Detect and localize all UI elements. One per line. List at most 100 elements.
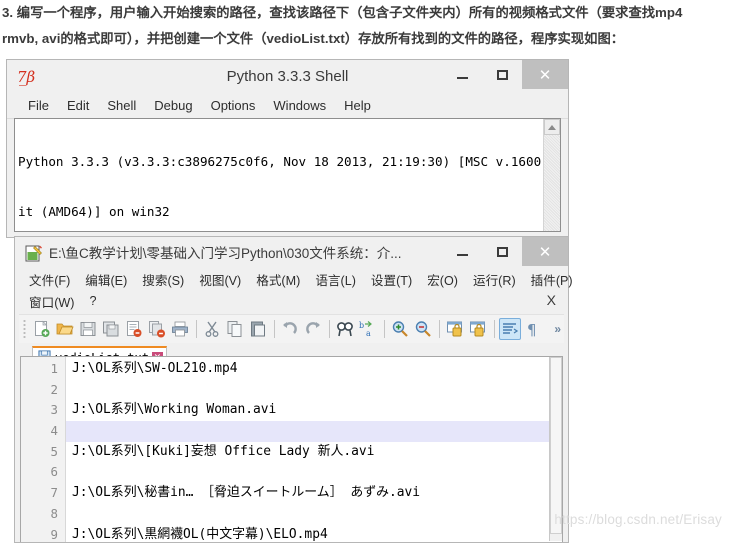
code-line-highlighted [66, 421, 562, 442]
toolbar-separator [384, 320, 385, 338]
menu-item-windows[interactable]: Windows [264, 98, 335, 113]
python-shell-window[interactable]: 7̲β Python 3.3.3 Shell ✕ File Edit Shell… [6, 59, 569, 238]
open-file-icon[interactable] [54, 318, 76, 340]
save-icon[interactable] [77, 318, 99, 340]
close-icon: ✕ [538, 66, 552, 84]
svg-text:b: b [359, 321, 364, 330]
shell-output-line-1: Python 3.3.3 (v3.3.3:c3896275c0f6, Nov 1… [18, 154, 561, 170]
editor-maximize-button[interactable] [482, 237, 522, 266]
menu-item-plugins[interactable]: 插件(P) [531, 270, 588, 289]
editor-minimize-button[interactable] [442, 237, 482, 266]
toolbar-separator [196, 320, 197, 338]
zoom-in-icon[interactable] [389, 318, 411, 340]
shell-output-line-2: it (AMD64)] on win32 [18, 203, 170, 219]
python-shell-output-area[interactable]: Python 3.3.3 (v3.3.3:c3896275c0f6, Nov 1… [14, 118, 561, 232]
find-icon[interactable] [334, 318, 356, 340]
toolbar-separator [274, 320, 275, 338]
new-file-icon[interactable] [31, 318, 53, 340]
code-content[interactable]: J:\OL系列\SW-OL210.mp4 J:\OL系列\Working Wom… [66, 357, 562, 542]
question-line-1: 3. 编写一个程序，用户输入开始搜索的路径，查找该路径下（包含子文件夹内）所有的… [2, 5, 683, 20]
menu-item-shell[interactable]: Shell [98, 98, 145, 113]
cut-icon[interactable] [201, 318, 223, 340]
menu-item-options[interactable]: Options [202, 98, 265, 113]
minimize-icon [456, 254, 468, 256]
editor-window-buttons[interactable]: ✕ [442, 237, 568, 266]
menu-item-edit[interactable]: 编辑(E) [85, 270, 142, 289]
python-shell-vertical-scrollbar[interactable] [543, 119, 560, 231]
triangle-up-icon [548, 124, 556, 130]
editor-window[interactable]: E:\鱼C教学计划\零基础入门学习Python\030文件系统：介... ✕ 文… [14, 236, 573, 543]
code-line: J:\OL系列\SW-OL210.mp4 [72, 361, 238, 376]
menu-item-language[interactable]: 语言(L) [315, 270, 371, 289]
line-number: 4 [50, 423, 58, 439]
line-number: 1 [50, 361, 58, 376]
toolbar-separator [494, 320, 495, 338]
svg-text:a: a [366, 329, 371, 338]
show-all-characters-icon[interactable]: ¶ [522, 318, 544, 340]
line-number-gutter: 1 2 3 4 5 6 7 8 9 10 [21, 357, 66, 542]
toolbar-overflow-button[interactable]: » [554, 322, 561, 336]
sync-vertical-scroll-icon[interactable] [444, 318, 466, 340]
toolbar-separator [329, 320, 330, 338]
close-icon: ✕ [538, 243, 552, 261]
paste-icon[interactable] [247, 318, 269, 340]
line-number: 2 [50, 381, 58, 397]
editor-text-area[interactable]: 1 2 3 4 5 6 7 8 9 10 J:\OL系列\SW-OL210.mp… [20, 356, 563, 542]
copy-icon[interactable] [224, 318, 246, 340]
menu-item-format[interactable]: 格式(M) [256, 270, 315, 289]
menu-item-window[interactable]: 窗口(W) [29, 292, 89, 311]
python-shell-titlebar[interactable]: 7̲β Python 3.3.3 Shell ✕ [7, 60, 568, 93]
close-file-icon[interactable] [123, 318, 145, 340]
scrollbar-thumb[interactable] [550, 357, 562, 534]
minimize-button[interactable] [442, 60, 482, 89]
save-all-icon[interactable] [100, 318, 122, 340]
python-shell-menubar[interactable]: File Edit Shell Debug Options Windows He… [7, 93, 568, 119]
editor-close-button[interactable]: ✕ [522, 237, 568, 266]
menu-item-edit[interactable]: Edit [58, 98, 98, 113]
maximize-button[interactable] [482, 60, 522, 89]
minimize-icon [456, 77, 468, 79]
close-all-icon[interactable] [146, 318, 168, 340]
editor-menubar[interactable]: 文件(F) 编辑(E) 搜索(S) 视图(V) 格式(M) 语言(L) 设置(T… [15, 268, 573, 312]
menu-item-macro[interactable]: 宏(O) [427, 270, 473, 289]
redo-icon[interactable] [302, 318, 324, 340]
toolbar-separator [439, 320, 440, 338]
python-shell-window-buttons[interactable]: ✕ [442, 60, 568, 89]
editor-menu-row-2[interactable]: 窗口(W) ? [29, 290, 568, 312]
python-shell-output-text: Python 3.3.3 (v3.3.3:c3896275c0f6, Nov 1… [15, 119, 561, 231]
menu-item-file[interactable]: File [19, 98, 58, 113]
menu-item-search[interactable]: 搜索(S) [142, 270, 199, 289]
line-number: 9 [50, 526, 58, 542]
replace-icon[interactable]: ba [357, 318, 379, 340]
svg-text:¶: ¶ [527, 321, 537, 338]
menu-item-file[interactable]: 文件(F) [29, 270, 85, 289]
maximize-icon [496, 246, 508, 257]
watermark: https://blog.csdn.net/Erisay [554, 512, 722, 527]
menu-item-help[interactable]: ? [89, 294, 111, 308]
menu-item-view[interactable]: 视图(V) [199, 270, 256, 289]
line-number: 6 [50, 464, 58, 480]
scroll-up-button[interactable] [544, 119, 560, 135]
word-wrap-icon[interactable] [499, 318, 521, 340]
editor-titlebar[interactable]: E:\鱼C教学计划\零基础入门学习Python\030文件系统：介... ✕ [15, 237, 568, 268]
menu-item-run[interactable]: 运行(R) [473, 270, 531, 289]
print-icon[interactable] [169, 318, 191, 340]
close-button[interactable]: ✕ [522, 60, 568, 89]
toolbar-grip[interactable] [23, 319, 28, 339]
editor-toolbar[interactable]: ba ¶ » [19, 314, 564, 343]
editor-document-close-x[interactable]: X [547, 292, 556, 308]
question-line-2: rmvb, avi的格式即可），并把创建一个文件（vedioList.txt）存… [2, 31, 625, 46]
code-line: J:\OL系列\秘書in… ［脅迫スイートルーム］ あずみ.avi [72, 485, 421, 501]
sync-horizontal-scroll-icon[interactable] [467, 318, 489, 340]
undo-icon[interactable] [279, 318, 301, 340]
menu-item-debug[interactable]: Debug [145, 98, 201, 113]
code-line: J:\OL系列\黒網襪OL(中文字幕)\ELO.mp4 [72, 526, 328, 542]
menu-item-help[interactable]: Help [335, 98, 380, 113]
code-line: J:\OL系列\[Kuki]妄想 Office Lady 新人.avi [72, 443, 375, 459]
editor-menu-row-1[interactable]: 文件(F) 编辑(E) 搜索(S) 视图(V) 格式(M) 语言(L) 设置(T… [29, 268, 573, 290]
menu-item-settings[interactable]: 设置(T) [371, 270, 427, 289]
zoom-out-icon[interactable] [412, 318, 434, 340]
